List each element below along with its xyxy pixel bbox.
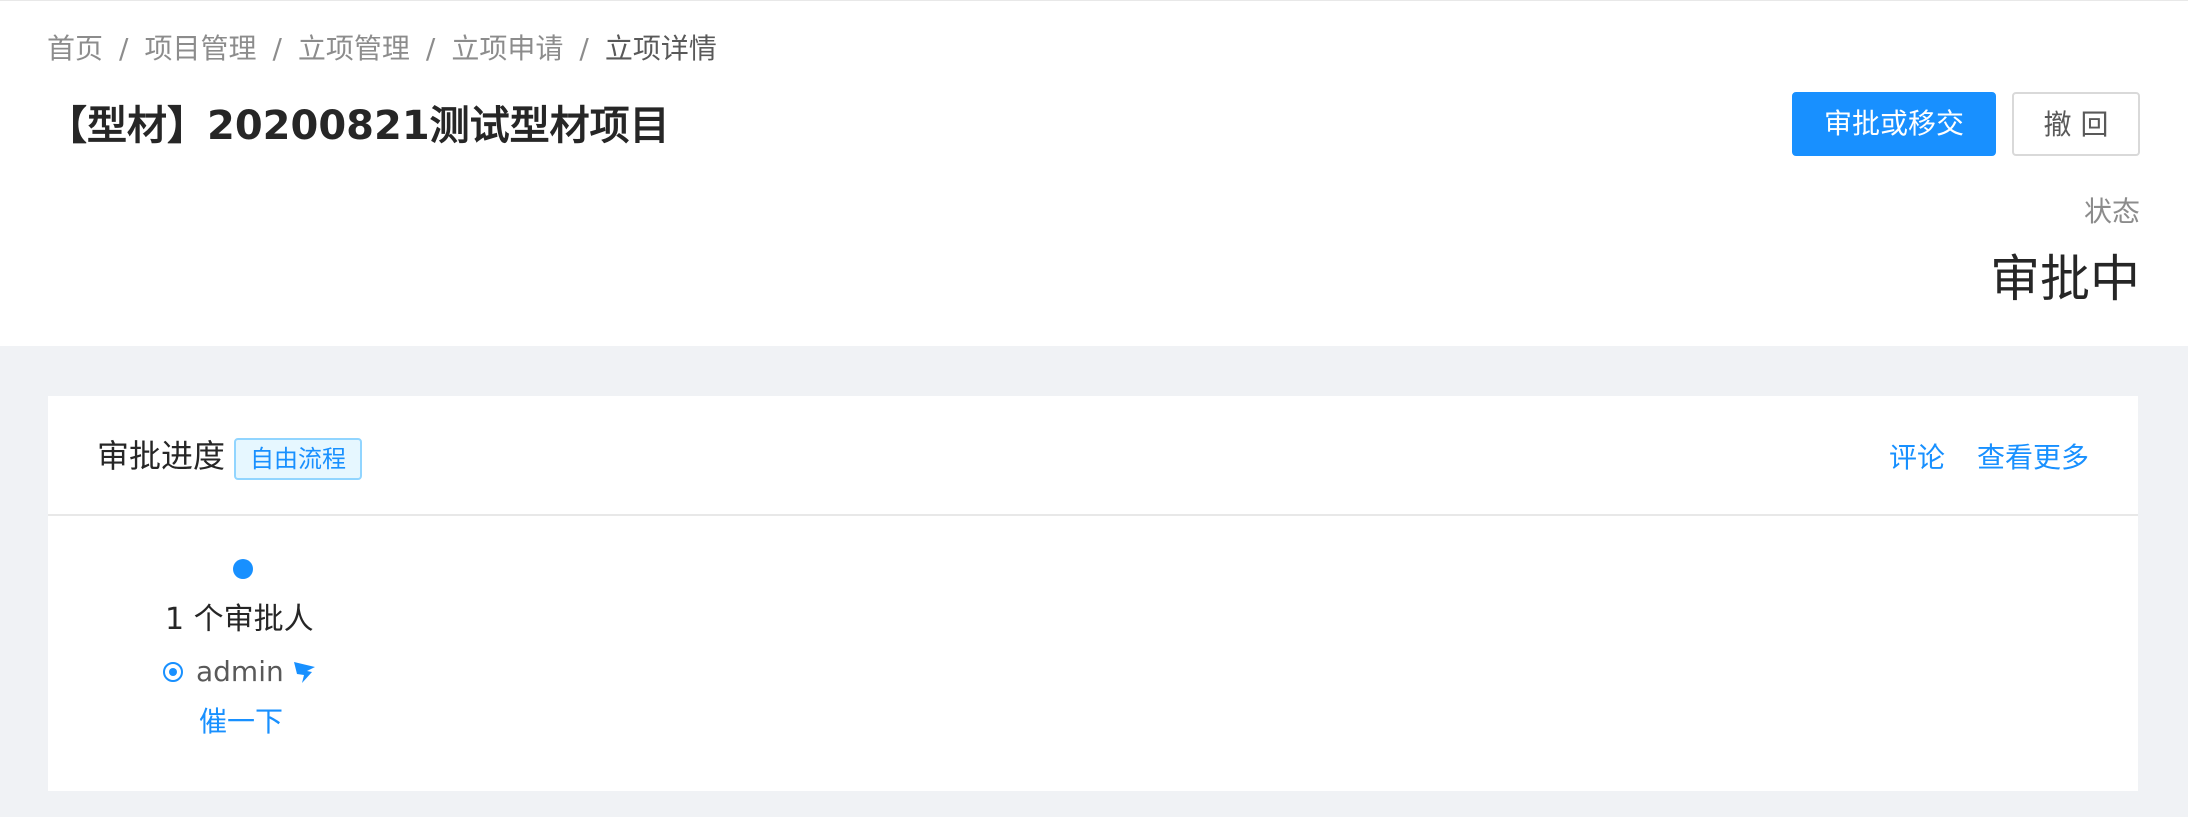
view-more-link[interactable]: 查看更多 bbox=[1977, 438, 2089, 478]
status-label: 状态 bbox=[2083, 195, 2140, 228]
breadcrumb-item-initiation-management[interactable]: 立项管理 bbox=[298, 32, 410, 65]
breadcrumb: 首页 / 项目管理 / 立项管理 / 立项申请 / 立项详情 bbox=[47, 29, 717, 69]
breadcrumb-separator: / bbox=[119, 32, 129, 65]
comment-link[interactable]: 评论 bbox=[1889, 438, 1945, 478]
card-title: 审批进度 bbox=[97, 437, 226, 475]
breadcrumb-item-initiation-application[interactable]: 立项申请 bbox=[451, 32, 563, 65]
approver-name: admin bbox=[196, 655, 284, 688]
dingtalk-icon[interactable] bbox=[290, 658, 318, 686]
breadcrumb-item-initiation-detail: 立项详情 bbox=[604, 32, 717, 65]
urge-button[interactable]: 催一下 bbox=[199, 702, 283, 742]
card-header: 审批进度 自由流程 评论 查看更多 bbox=[48, 396, 2138, 516]
breadcrumb-separator: / bbox=[579, 32, 589, 65]
status-value: 审批中 bbox=[1990, 250, 2140, 308]
radio-dot-icon bbox=[163, 662, 183, 682]
timeline-dot bbox=[233, 559, 253, 579]
breadcrumb-item-project-management[interactable]: 项目管理 bbox=[144, 32, 256, 65]
breadcrumb-separator: / bbox=[425, 32, 436, 65]
flow-type-tag: 自由流程 bbox=[234, 438, 362, 480]
breadcrumb-separator: / bbox=[272, 32, 282, 65]
approve-or-transfer-button[interactable]: 审批或移交 bbox=[1792, 92, 1996, 156]
withdraw-button[interactable]: 撤 回 bbox=[2012, 92, 2140, 156]
approval-progress-card: 审批进度 自由流程 评论 查看更多 1 个审批人 admin 催一下 bbox=[48, 396, 2138, 791]
page-title: 【型材】20200821测试型材项目 bbox=[47, 103, 670, 149]
breadcrumb-item-home[interactable]: 首页 bbox=[47, 32, 103, 65]
page-header: 首页 / 项目管理 / 立项管理 / 立项申请 / 立项详情 【型材】20200821测试型材项… bbox=[0, 0, 2188, 346]
approver-count: 1 个审批人 bbox=[165, 602, 314, 637]
